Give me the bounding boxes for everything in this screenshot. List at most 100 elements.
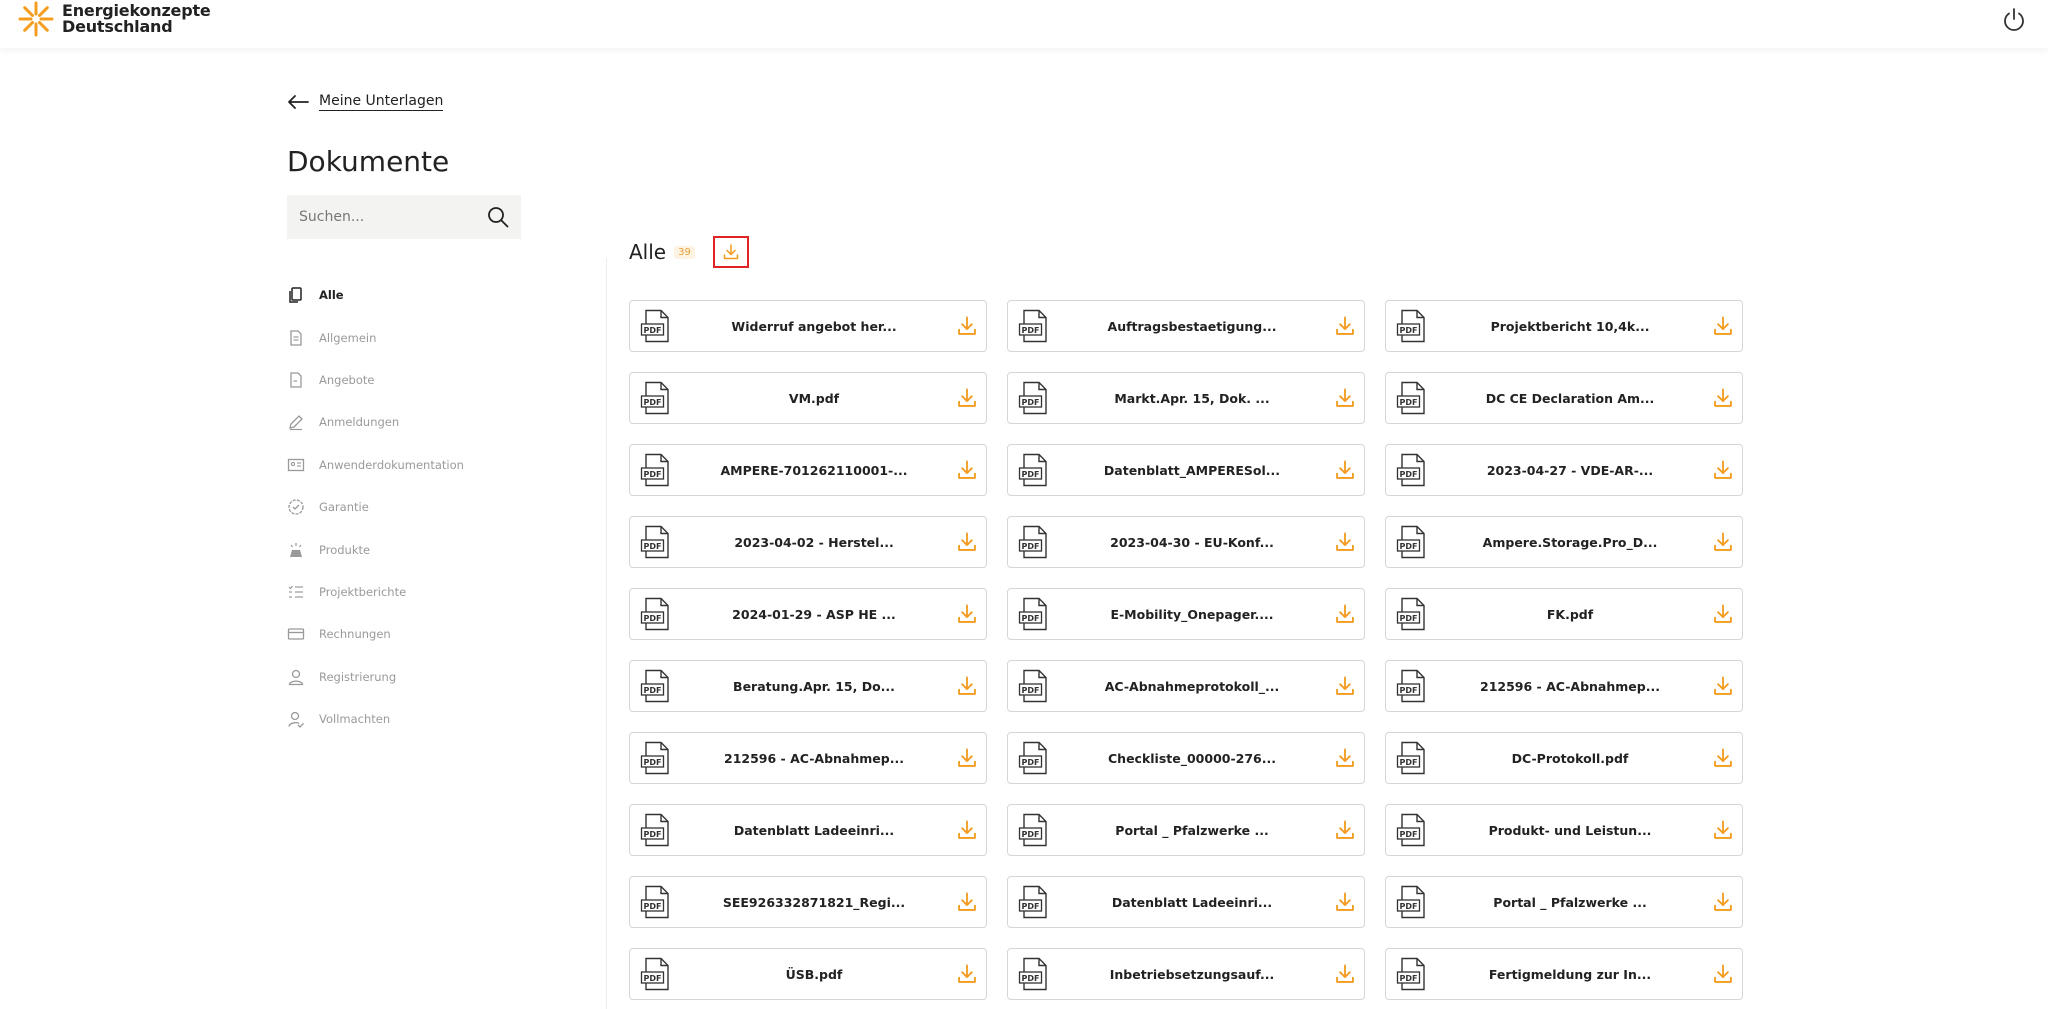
document-card[interactable]: PDF 2023-04-30 - EU-Konf...: [1007, 516, 1365, 568]
svg-text:PDF: PDF: [1022, 686, 1040, 695]
download-icon[interactable]: [956, 819, 978, 841]
document-card[interactable]: PDF Checkliste_00000-276...: [1007, 732, 1365, 784]
nav-item-anmeldungen[interactable]: Anmeldungen: [287, 401, 464, 443]
download-icon[interactable]: [956, 891, 978, 913]
nav-item-label: Projektberichte: [319, 584, 407, 599]
document-name: Widerruf angebot her...: [731, 318, 897, 334]
document-card[interactable]: PDF 2023-04-27 - VDE-AR-...: [1385, 444, 1743, 496]
document-name: Produkt- und Leistun...: [1488, 822, 1652, 838]
document-card[interactable]: PDF AMPERE-701262110001-...: [629, 444, 987, 496]
search-input[interactable]: [299, 209, 487, 225]
document-card[interactable]: PDF SEE926332871821_Regi...: [629, 876, 987, 928]
svg-text:PDF: PDF: [1400, 830, 1418, 839]
document-card[interactable]: PDF E-Mobility_Onepager....: [1007, 588, 1365, 640]
back-link[interactable]: Meine Unterlagen: [287, 93, 444, 111]
download-icon[interactable]: [1334, 387, 1356, 409]
document-card[interactable]: PDF Widerruf angebot her...: [629, 300, 987, 352]
search-icon[interactable]: [487, 206, 509, 228]
document-card[interactable]: PDF Fertigmeldung zur In...: [1385, 948, 1743, 1000]
document-card[interactable]: PDF Inbetriebsetzungsauf...: [1007, 948, 1365, 1000]
download-icon[interactable]: [1712, 819, 1734, 841]
search-box: [287, 195, 521, 239]
download-icon[interactable]: [956, 459, 978, 481]
download-icon[interactable]: [956, 315, 978, 337]
document-name: Datenblatt Ladeeinri...: [733, 822, 895, 838]
document-card[interactable]: PDF Projektbericht 10,4k...: [1385, 300, 1743, 352]
svg-text:PDF: PDF: [1022, 614, 1040, 623]
power-icon[interactable]: [2000, 6, 2028, 34]
nav-item-angebote[interactable]: Angebote: [287, 359, 464, 401]
download-icon[interactable]: [1334, 747, 1356, 769]
download-icon[interactable]: [1334, 819, 1356, 841]
document-card[interactable]: PDF 2024-01-29 - ASP HE ...: [629, 588, 987, 640]
document-count-badge: 39: [674, 245, 695, 259]
document-card[interactable]: PDF Portal _ Pfalzwerke ...: [1007, 804, 1365, 856]
download-icon[interactable]: [1334, 963, 1356, 985]
document-card[interactable]: PDF DC CE Declaration Am...: [1385, 372, 1743, 424]
nav-item-allgemein[interactable]: Allgemein: [287, 316, 464, 358]
document-name: DC-Protokoll.pdf: [1511, 750, 1629, 766]
download-icon[interactable]: [1712, 459, 1734, 481]
download-all-button[interactable]: [712, 236, 749, 268]
download-icon[interactable]: [1712, 387, 1734, 409]
download-icon[interactable]: [1712, 531, 1734, 553]
svg-text:PDF: PDF: [1022, 902, 1040, 911]
credit-card-icon: [287, 628, 305, 640]
download-icon[interactable]: [1334, 531, 1356, 553]
document-card[interactable]: PDF Portal _ Pfalzwerke ...: [1385, 876, 1743, 928]
download-icon[interactable]: [956, 387, 978, 409]
download-icon[interactable]: [1712, 603, 1734, 625]
user-check-icon: [288, 711, 304, 729]
nav-item-registrierung[interactable]: Registrierung: [287, 656, 464, 698]
pdf-file-icon: PDF: [1396, 309, 1425, 343]
brand-logo[interactable]: Energiekonzepte Deutschland: [18, 1, 211, 37]
document-card[interactable]: PDF ÜSB.pdf: [629, 948, 987, 1000]
nav-item-alle[interactable]: Alle: [287, 274, 464, 316]
download-icon[interactable]: [1712, 963, 1734, 985]
nav-item-garantie[interactable]: Garantie: [287, 486, 464, 528]
document-card[interactable]: PDF Datenblatt Ladeeinri...: [629, 804, 987, 856]
download-icon[interactable]: [956, 675, 978, 697]
download-icon[interactable]: [1334, 675, 1356, 697]
document-card[interactable]: PDF Beratung.Apr. 15, Do...: [629, 660, 987, 712]
download-icon[interactable]: [1712, 747, 1734, 769]
document-card[interactable]: PDF Produkt- und Leistun...: [1385, 804, 1743, 856]
document-card[interactable]: PDF 212596 - AC-Abnahmep...: [629, 732, 987, 784]
document-card[interactable]: PDF AC-Abnahmeprotokoll_...: [1007, 660, 1365, 712]
download-icon[interactable]: [1712, 315, 1734, 337]
nav-item-vollmachten[interactable]: Vollmachten: [287, 698, 464, 740]
download-icon[interactable]: [1334, 603, 1356, 625]
document-card[interactable]: PDF Datenblatt Ladeeinri...: [1007, 876, 1365, 928]
document-card[interactable]: PDF Auftragsbestaetigung...: [1007, 300, 1365, 352]
document-card[interactable]: PDF FK.pdf: [1385, 588, 1743, 640]
svg-text:PDF: PDF: [1022, 398, 1040, 407]
nav-item-anwenderdokumentation[interactable]: Anwenderdokumentation: [287, 444, 464, 486]
download-icon[interactable]: [956, 603, 978, 625]
pdf-file-icon: PDF: [1018, 813, 1047, 847]
pdf-file-icon: PDF: [1396, 813, 1425, 847]
document-card[interactable]: PDF Ampere.Storage.Pro_D...: [1385, 516, 1743, 568]
document-card[interactable]: PDF DC-Protokoll.pdf: [1385, 732, 1743, 784]
nav-item-rechnungen[interactable]: Rechnungen: [287, 613, 464, 655]
download-icon[interactable]: [1334, 315, 1356, 337]
document-name: 212596 - AC-Abnahmep...: [1480, 678, 1660, 694]
nav-item-projektberichte[interactable]: Projektberichte: [287, 571, 464, 613]
download-icon[interactable]: [1334, 459, 1356, 481]
document-card[interactable]: PDF Datenblatt_AMPERESol...: [1007, 444, 1365, 496]
download-icon[interactable]: [1334, 891, 1356, 913]
download-icon[interactable]: [1712, 675, 1734, 697]
download-icon[interactable]: [956, 963, 978, 985]
download-icon[interactable]: [1712, 891, 1734, 913]
download-icon[interactable]: [956, 747, 978, 769]
copy-icon: [289, 287, 302, 303]
document-name: ÜSB.pdf: [785, 966, 843, 982]
nav-item-produkte[interactable]: Produkte: [287, 528, 464, 570]
download-icon[interactable]: [956, 531, 978, 553]
svg-text:PDF: PDF: [1400, 686, 1418, 695]
document-card[interactable]: PDF 212596 - AC-Abnahmep...: [1385, 660, 1743, 712]
document-card[interactable]: PDF VM.pdf: [629, 372, 987, 424]
document-card[interactable]: PDF 2023-04-02 - Herstel...: [629, 516, 987, 568]
document-name: Auftragsbestaetigung...: [1107, 318, 1277, 334]
pdf-file-icon: PDF: [640, 669, 669, 703]
document-card[interactable]: PDF Markt.Apr. 15, Dok. ...: [1007, 372, 1365, 424]
